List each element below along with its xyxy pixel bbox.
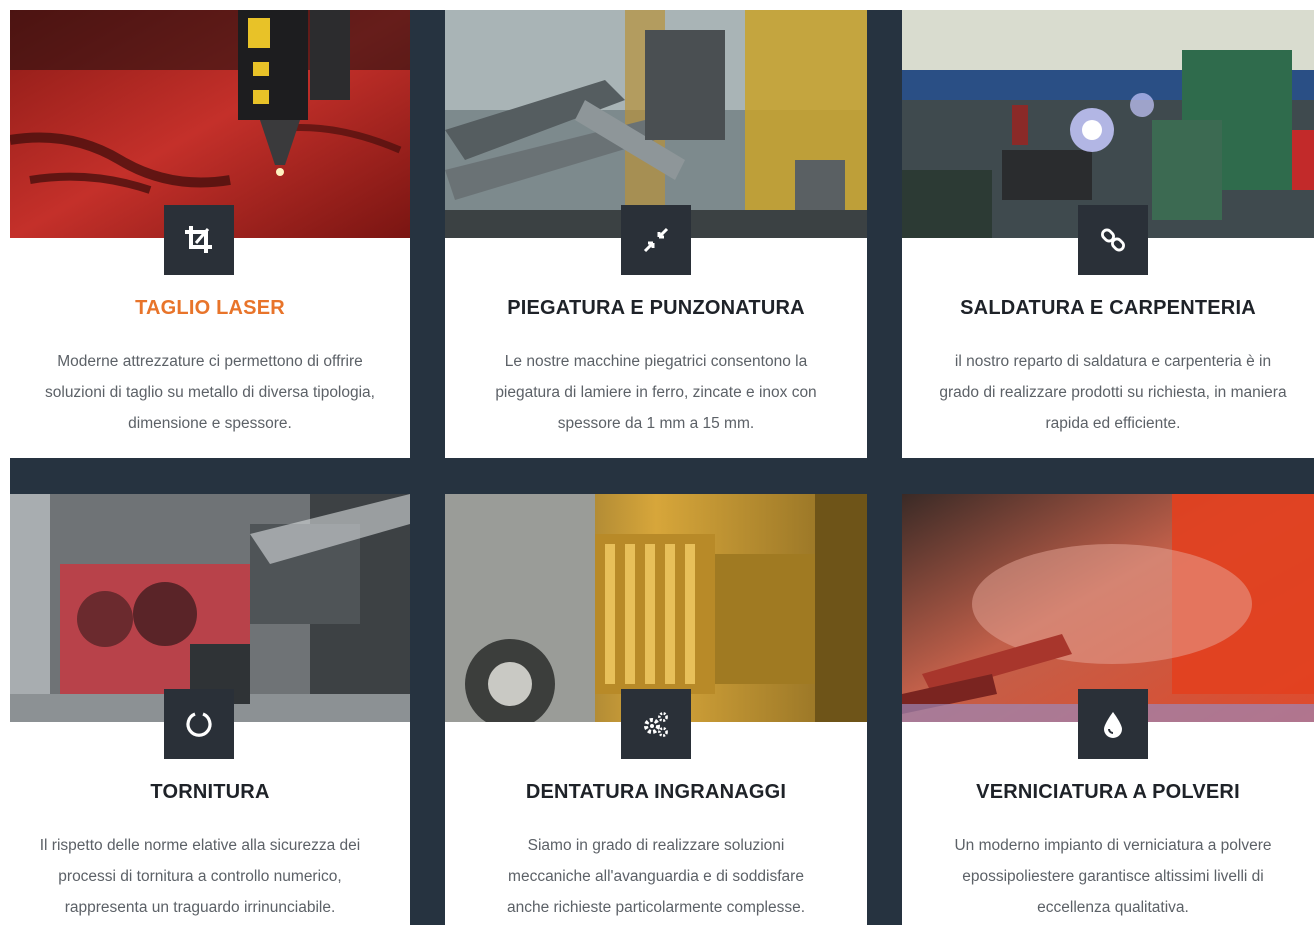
service-description: Moderne attrezzature ci permettono di of… <box>45 353 375 432</box>
service-title[interactable]: VERNICIATURA A POLVERI <box>902 781 1314 804</box>
drop-icon <box>1104 712 1122 738</box>
service-card-saldatura[interactable]: SALDATURA E CARPENTERIA il nostro repart… <box>902 10 1314 458</box>
service-card-verniciatura[interactable]: VERNICIATURA A POLVERI Un moderno impian… <box>902 494 1314 925</box>
piegatura-photo <box>445 10 867 238</box>
service-title[interactable]: DENTATURA INGRANAGGI <box>445 781 867 804</box>
taglio-laser-photo <box>10 10 410 238</box>
service-description: il nostro reparto di saldatura e carpent… <box>939 353 1287 432</box>
service-card-piegatura[interactable]: PIEGATURA E PUNZONATURA Le nostre macchi… <box>445 10 867 458</box>
crop-icon-box <box>164 205 234 275</box>
verniciatura-photo <box>902 494 1314 722</box>
chain-link-icon <box>1101 228 1125 252</box>
gears-icon-box <box>621 689 691 759</box>
link-icon-box <box>1078 205 1148 275</box>
crop-icon <box>185 226 212 253</box>
service-card-tornitura[interactable]: TORNITURA Il rispetto delle norme elativ… <box>10 494 410 925</box>
tornitura-photo <box>10 494 410 722</box>
service-card-dentatura[interactable]: DENTATURA INGRANAGGI Siamo in grado di r… <box>445 494 867 925</box>
gears-icon <box>644 712 668 737</box>
drop-icon-box <box>1078 689 1148 759</box>
service-description: Un moderno impianto di verniciatura a po… <box>954 837 1272 916</box>
service-description: Siamo in grado di realizzare soluzioni m… <box>506 837 806 916</box>
compress-icon-box <box>621 205 691 275</box>
compress-arrows-icon <box>643 227 669 253</box>
circle-icon-box <box>164 689 234 759</box>
page: TAGLIO LASER Moderne attrezzature ci per… <box>0 0 1314 925</box>
service-title[interactable]: PIEGATURA E PUNZONATURA <box>445 297 867 320</box>
service-description: Le nostre macchine piegatrici consentono… <box>495 353 817 432</box>
service-title[interactable]: TAGLIO LASER <box>10 297 410 320</box>
saldatura-photo <box>902 10 1314 238</box>
service-card-taglio-laser[interactable]: TAGLIO LASER Moderne attrezzature ci per… <box>10 10 410 458</box>
service-description: Il rispetto delle norme elative alla sic… <box>39 837 361 916</box>
dentatura-photo <box>445 494 867 722</box>
service-title[interactable]: TORNITURA <box>10 781 410 804</box>
service-title[interactable]: SALDATURA E CARPENTERIA <box>902 297 1314 320</box>
circle-notch-icon <box>186 712 212 737</box>
